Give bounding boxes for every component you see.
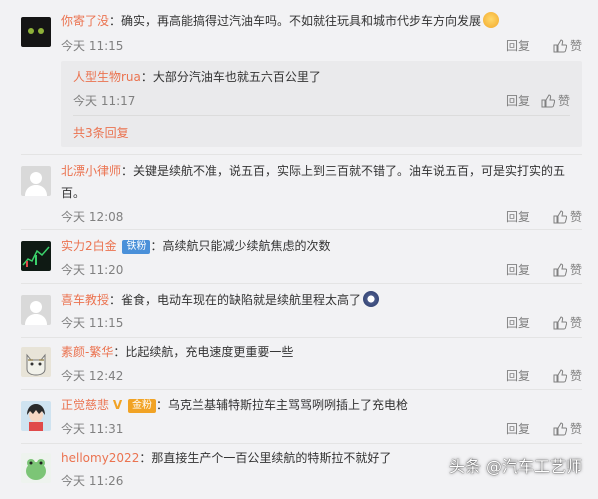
watermark: 头条 @汽车工艺师 — [448, 457, 582, 476]
comment-body: 大部分汽油车也就五六百公里了 — [152, 70, 321, 84]
separator: ： — [150, 239, 163, 253]
thumbs-up-icon — [553, 368, 567, 382]
dizzy-emoji-icon — [363, 291, 380, 307]
like-label: 赞 — [569, 263, 582, 277]
reply-button[interactable]: 回复 — [506, 420, 530, 437]
timestamp: 今天 12:08 — [61, 210, 124, 224]
divider — [21, 154, 582, 155]
divider — [21, 443, 582, 444]
thumbs-up-icon — [553, 38, 567, 52]
cat-cartoon-avatar-icon — [26, 353, 46, 376]
comment-body: 比起续航，充电速度更重要一些 — [125, 345, 294, 359]
comment-body: 乌克兰基辅特斯拉车主骂骂咧咧插上了充电枪 — [167, 398, 408, 412]
comment-text: 北漂小律师：关键是续航不准，说五百，实际上到三百就不错了。油车说五百，可是实打实… — [61, 160, 578, 204]
avatar[interactable] — [21, 241, 51, 271]
avatar[interactable] — [21, 295, 51, 325]
comment-body: 关键是续航不准，说五百，实际上到三百就不错了。油车说五百，可是实打实的五百。 — [61, 164, 566, 200]
timestamp: 今天 11:15 — [61, 316, 124, 330]
timestamp: 今天 12:42 — [61, 369, 124, 383]
separator: ： — [121, 164, 134, 178]
comment-body: 确实，再高能搞得过汽油车吗。不如就往玩具和城市代步车方向发展 — [121, 14, 482, 28]
thumbs-up-icon — [541, 93, 555, 107]
like-button[interactable]: 赞 — [553, 420, 582, 437]
avatar-cat-icon — [28, 28, 44, 34]
verified-v-icon: V — [112, 398, 123, 412]
divider — [73, 115, 570, 116]
separator: ： — [140, 70, 153, 84]
default-avatar-icon — [25, 301, 47, 325]
comment-text: 正觉慈悲 V 金粉 ：乌克兰基辅特斯拉车主骂骂咧咧插上了充电枪 — [61, 394, 578, 416]
thumbs-up-icon — [553, 421, 567, 435]
divider — [21, 229, 582, 230]
timestamp: 今天 11:31 — [61, 422, 124, 436]
timestamp: 今天 11:26 — [61, 474, 124, 488]
default-avatar-icon — [25, 172, 47, 196]
thumbs-up-icon — [553, 209, 567, 223]
avatar[interactable] — [21, 166, 51, 196]
username[interactable]: hellomy2022 — [61, 451, 139, 465]
separator: ： — [109, 14, 122, 28]
comment-text: 喜车教授：雀食，电动车现在的缺陷就是续航里程太高了 — [61, 289, 578, 311]
divider — [21, 283, 582, 284]
username[interactable]: 喜车教授 — [61, 293, 109, 307]
username[interactable]: 人型生物rua — [73, 70, 141, 84]
sub-reply-box: 人型生物rua：大部分汽油车也就五六百公里了 今天 11:17 回复 赞 共3条… — [61, 61, 582, 147]
reply-button[interactable]: 回复 — [506, 208, 530, 225]
like-button[interactable]: 赞 — [553, 367, 582, 384]
reply-button[interactable]: 回复 — [506, 314, 530, 331]
comment-body: 雀食，电动车现在的缺陷就是续航里程太高了 — [121, 293, 362, 307]
divider — [21, 389, 582, 390]
reply-button[interactable]: 回复 — [506, 37, 530, 54]
like-label: 赞 — [569, 369, 582, 383]
frog-avatar-icon — [26, 459, 46, 480]
timestamp: 今天 11:17 — [73, 94, 136, 108]
comment-body: 高续航只能减少续航焦虑的次数 — [162, 239, 331, 253]
like-button[interactable]: 赞 — [541, 92, 570, 109]
separator: ： — [155, 398, 168, 412]
comment-text: 你寄了没：确实，再高能搞得过汽油车吗。不如就往玩具和城市代步车方向发展 — [61, 10, 578, 32]
username[interactable]: 实力2白金 — [61, 239, 117, 253]
username[interactable]: 你寄了没 — [61, 14, 109, 28]
avatar[interactable] — [21, 401, 51, 431]
separator: ： — [109, 293, 122, 307]
username[interactable]: 北漂小律师 — [61, 164, 121, 178]
stock-chart-avatar-icon — [22, 246, 50, 267]
reply-button[interactable]: 回复 — [506, 261, 530, 278]
username[interactable]: 素颜-繁华 — [61, 345, 113, 359]
reply-button[interactable]: 回复 — [506, 92, 530, 109]
like-label: 赞 — [569, 210, 582, 224]
comment-text: 实力2白金 铁粉 ：高续航只能减少续航焦虑的次数 — [61, 235, 578, 257]
like-button[interactable]: 赞 — [553, 37, 582, 54]
like-label: 赞 — [569, 422, 582, 436]
separator: ： — [139, 451, 152, 465]
avatar[interactable] — [21, 17, 51, 47]
fan-badge: 金粉 — [127, 399, 156, 413]
username[interactable]: 正觉慈悲 — [61, 398, 109, 412]
like-label: 赞 — [569, 39, 582, 53]
like-button[interactable]: 赞 — [553, 208, 582, 225]
divider — [21, 337, 582, 338]
avatar[interactable] — [21, 453, 51, 483]
smile-emoji-icon — [483, 12, 500, 28]
anime-avatar-icon — [27, 404, 45, 431]
thumbs-up-icon — [553, 315, 567, 329]
comment-body: 那直接生产个一百公里续航的特斯拉不就好了 — [151, 451, 392, 465]
timestamp: 今天 11:15 — [61, 39, 124, 53]
thumbs-up-icon — [553, 262, 567, 276]
sub-reply-text: 人型生物rua：大部分汽油车也就五六百公里了 — [73, 67, 321, 87]
like-button[interactable]: 赞 — [553, 314, 582, 331]
reply-button[interactable]: 回复 — [506, 367, 530, 384]
like-label: 赞 — [557, 94, 570, 108]
avatar[interactable] — [21, 347, 51, 377]
separator: ： — [113, 345, 126, 359]
fan-badge: 铁粉 — [122, 240, 151, 254]
like-label: 赞 — [569, 316, 582, 330]
like-button[interactable]: 赞 — [553, 261, 582, 278]
comment-text: 素颜-繁华：比起续航，充电速度更重要一些 — [61, 341, 578, 363]
more-replies-link[interactable]: 共3条回复 — [73, 124, 129, 141]
timestamp: 今天 11:20 — [61, 263, 124, 277]
